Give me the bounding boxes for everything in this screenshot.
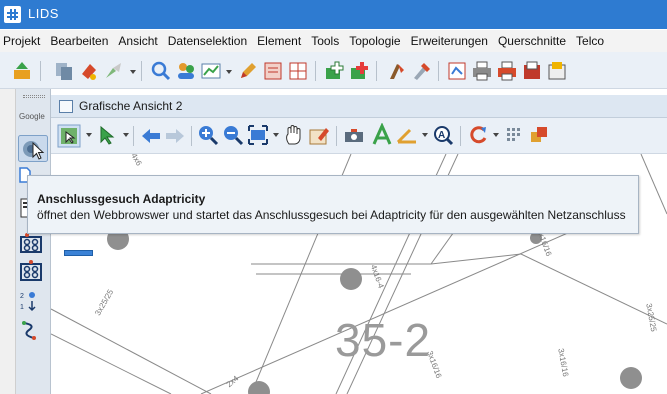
chart-icon[interactable] xyxy=(200,60,222,82)
lids-logo-icon xyxy=(4,6,21,23)
tooltip-description: öffnet den Webbrowswer und startet das A… xyxy=(37,208,626,222)
tooltip: Anschlussgesuch Adaptricity öffnet den W… xyxy=(27,175,639,234)
table-icon[interactable] xyxy=(287,60,309,82)
select-dropdown-caret[interactable] xyxy=(123,133,129,137)
print-preview-icon[interactable] xyxy=(496,60,518,82)
select-arrow-icon[interactable] xyxy=(97,124,119,146)
google-label: Google xyxy=(19,112,45,121)
layer-select-dropdown-caret[interactable] xyxy=(86,133,92,137)
tool-wrench-icon[interactable] xyxy=(410,60,432,82)
zoom-out-icon[interactable] xyxy=(222,124,244,146)
menu-ansicht[interactable]: Ansicht xyxy=(113,34,162,48)
toolbar-separator xyxy=(315,61,316,81)
add-node-icon[interactable] xyxy=(348,60,370,82)
toolbar-separator xyxy=(191,126,192,146)
toolbar-separator xyxy=(438,61,439,81)
toolbar-separator xyxy=(133,126,134,146)
strip-grip-handle[interactable] xyxy=(23,95,45,98)
menu-querschnitte[interactable]: Querschnitte xyxy=(493,34,571,48)
route-tool-icon[interactable] xyxy=(21,320,41,340)
camera-icon[interactable] xyxy=(343,124,365,146)
zoom-extent-dropdown-caret[interactable] xyxy=(273,133,279,137)
users-icon[interactable] xyxy=(175,60,197,82)
svg-text:A: A xyxy=(438,130,445,141)
view-titlebar: Grafische Ansicht 2 xyxy=(51,95,667,118)
copy-icon[interactable] xyxy=(53,60,75,82)
map-area-label: 35-2 xyxy=(335,314,432,366)
plot-icon[interactable] xyxy=(546,60,568,82)
edit-icon[interactable] xyxy=(237,60,259,82)
toolbar-separator xyxy=(460,126,461,146)
brush-dropdown-caret[interactable] xyxy=(130,70,136,74)
back-arrow-icon[interactable] xyxy=(140,126,162,146)
toolbar-separator xyxy=(141,61,142,81)
measure-icon[interactable] xyxy=(396,124,418,146)
map-edit-icon[interactable] xyxy=(308,124,330,146)
add-element-icon[interactable] xyxy=(323,60,345,82)
export-icon[interactable] xyxy=(521,60,543,82)
svg-text:2: 2 xyxy=(20,293,24,300)
menu-element[interactable]: Element xyxy=(252,34,306,48)
layer-select-icon[interactable] xyxy=(57,124,81,148)
forward-arrow-icon[interactable] xyxy=(164,126,186,146)
ranking-tool-icon[interactable]: 21 xyxy=(20,290,40,312)
pan-hand-icon[interactable] xyxy=(283,124,305,146)
menu-erweiterungen[interactable]: Erweiterungen xyxy=(406,34,493,48)
map-node[interactable] xyxy=(620,367,642,389)
toolbar-separator xyxy=(336,126,337,146)
zoom-extent-icon[interactable] xyxy=(247,124,269,146)
menu-bar: Projekt Bearbeiten Ansicht Datenselektio… xyxy=(0,30,667,52)
map-node[interactable] xyxy=(340,268,362,290)
form-icon[interactable] xyxy=(262,60,284,82)
document-icon[interactable] xyxy=(446,60,468,82)
raster-icon[interactable] xyxy=(503,124,525,146)
view-title: Grafische Ansicht 2 xyxy=(79,99,183,113)
measure-dropdown-caret[interactable] xyxy=(422,133,428,137)
adaptricity-button-icon[interactable] xyxy=(18,135,48,162)
text-tool-icon[interactable] xyxy=(371,123,393,147)
search-icon[interactable] xyxy=(150,60,172,82)
toolbar-separator xyxy=(376,61,377,81)
layers-3d-icon[interactable] xyxy=(529,124,551,146)
menu-telco[interactable]: Telco xyxy=(571,34,609,48)
open-project-icon[interactable] xyxy=(11,60,33,82)
view-window-icon xyxy=(59,100,73,113)
menu-topologie[interactable]: Topologie xyxy=(344,34,405,48)
paint-icon[interactable] xyxy=(78,60,100,82)
tooltip-title: Anschlussgesuch Adaptricity xyxy=(37,192,206,206)
network-node-tool-icon[interactable] xyxy=(19,232,45,254)
refresh-icon[interactable] xyxy=(467,124,489,146)
view-toolbar: A xyxy=(51,118,667,154)
app-title: LIDS xyxy=(28,6,59,21)
window-titlebar: LIDS xyxy=(0,0,667,29)
find-icon[interactable]: A xyxy=(432,124,454,146)
menu-bearbeiten[interactable]: Bearbeiten xyxy=(45,34,113,48)
svg-text:1: 1 xyxy=(20,304,24,311)
refresh-dropdown-caret[interactable] xyxy=(493,133,499,137)
network-node-tool-2-icon[interactable] xyxy=(19,260,45,282)
main-toolbar xyxy=(0,52,667,89)
menu-tools[interactable]: Tools xyxy=(306,34,344,48)
menu-datenselektion[interactable]: Datenselektion xyxy=(163,34,252,48)
zoom-in-icon[interactable] xyxy=(197,124,219,146)
chart-dropdown-caret[interactable] xyxy=(226,70,232,74)
menu-projekt[interactable]: Projekt xyxy=(0,34,45,48)
left-dock-panel xyxy=(0,89,16,394)
brush-icon[interactable] xyxy=(103,60,125,82)
print-icon[interactable] xyxy=(471,60,493,82)
tool-hand-icon[interactable] xyxy=(385,60,407,82)
selection-marker[interactable] xyxy=(64,250,93,256)
toolbar-separator xyxy=(40,61,41,81)
